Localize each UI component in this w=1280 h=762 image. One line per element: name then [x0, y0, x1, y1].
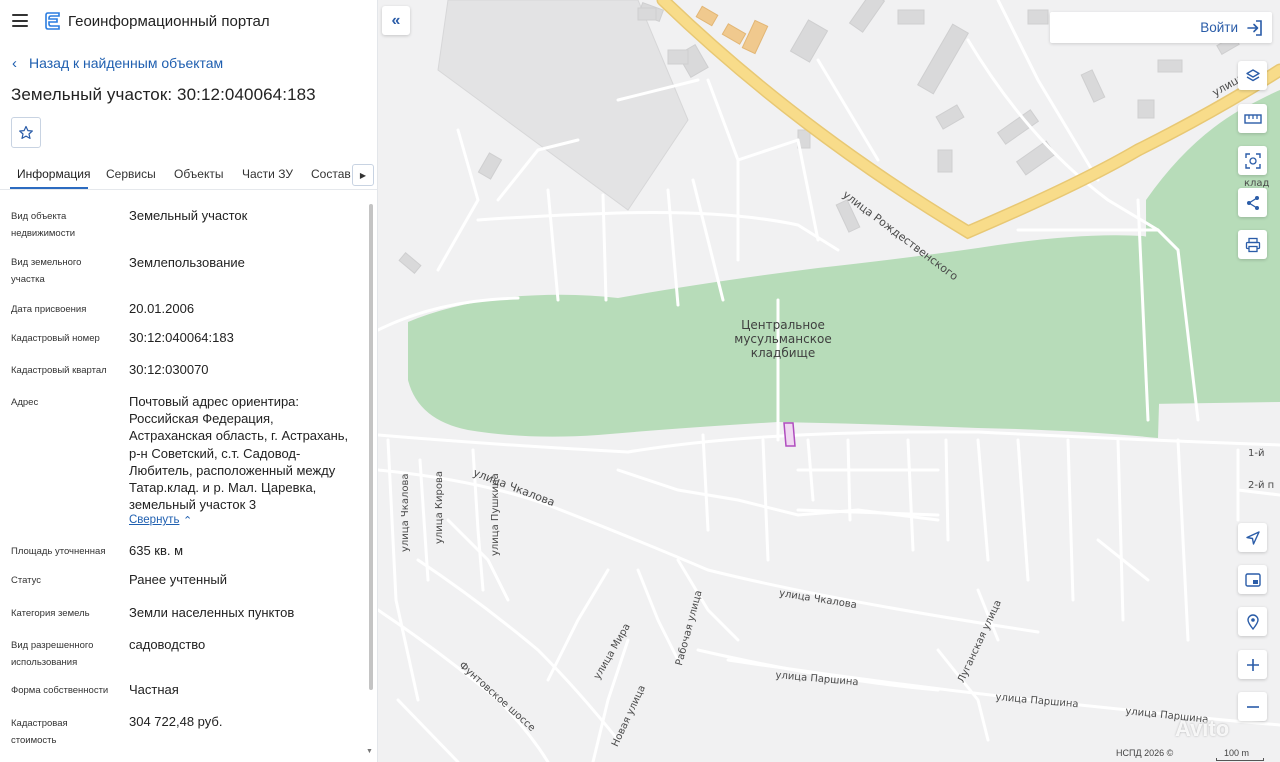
property-value: Земельный участок: [129, 208, 248, 223]
tab-bar: Информация Сервисы Объекты Части ЗУ Сост…: [0, 160, 377, 190]
zoom-in-button[interactable]: [1238, 650, 1267, 679]
property-label: Кадастровый номер: [11, 333, 100, 344]
property-label: Дата присвоения: [11, 304, 87, 315]
map-view[interactable]: Центральное мусульманское кладбище улица…: [378, 0, 1280, 762]
property-value: садоводство: [129, 637, 206, 652]
tab-services[interactable]: Сервисы: [106, 167, 156, 181]
area-select-icon: [1244, 152, 1261, 169]
property-value: Земли населенных пунктов: [129, 605, 295, 620]
tab-objects[interactable]: Объекты: [174, 167, 224, 181]
collapse-panel-button[interactable]: «: [382, 6, 410, 35]
share-icon: [1246, 195, 1259, 210]
watermark: Avito: [1175, 716, 1230, 741]
minus-icon: [1246, 705, 1259, 708]
tabs-scroll-right-button[interactable]: ▶: [352, 164, 374, 186]
location-pin-icon: [1246, 613, 1259, 630]
property-value: 30:12:030070: [129, 362, 209, 377]
back-link-label: Назад к найденным объектам: [29, 55, 224, 71]
street-label: улица Кирова: [434, 470, 445, 544]
property-label: Вид земельного участка: [11, 257, 82, 285]
chevron-left-icon: ‹: [12, 54, 17, 72]
property-value: 30:12:040064:183: [129, 330, 234, 345]
plus-icon: [1246, 658, 1259, 671]
area-select-button[interactable]: [1238, 146, 1267, 175]
street-label: 1-й: [1248, 448, 1265, 459]
property-label: Вид разрешенного использования: [11, 640, 94, 668]
property-label: Категория земель: [11, 608, 90, 619]
measure-button[interactable]: [1238, 104, 1267, 133]
street-label: улица Пушкина: [490, 473, 501, 556]
zoom-out-button[interactable]: [1238, 692, 1267, 721]
street-label: 2-й п: [1248, 480, 1275, 491]
property-value: 304 722,48 руб.: [129, 714, 223, 729]
ruler-icon: [1243, 113, 1262, 124]
active-tab-indicator: [10, 187, 88, 189]
cemetery-label: Центральное мусульманское кладбище: [734, 318, 832, 360]
street-label: улица Чкалова: [400, 473, 411, 552]
property-value: 20.01.2006: [129, 301, 195, 316]
share-button[interactable]: [1238, 188, 1267, 217]
property-label: Адрес: [11, 397, 39, 408]
property-label: Кадастровая стоимость: [11, 718, 68, 746]
tab-composition[interactable]: Состав: [311, 167, 351, 181]
property-label: Кадастровый квартал: [11, 365, 107, 376]
property-value: 635 кв. м: [129, 543, 184, 558]
map-canvas: [378, 0, 1280, 762]
basemap-button[interactable]: [1238, 565, 1267, 594]
favorite-button[interactable]: [11, 117, 41, 148]
layers-button[interactable]: [1238, 61, 1267, 90]
property-value: Почтовый адрес ориентира: Российская Фед…: [129, 394, 349, 513]
chevron-up-icon[interactable]: ⌃: [183, 514, 192, 527]
property-label: Статус: [11, 575, 42, 586]
property-label: Вид объекта недвижимости: [11, 211, 76, 239]
star-icon: [19, 125, 33, 139]
scroll-down-arrow-icon[interactable]: ▼: [366, 748, 373, 755]
property-list: Вид объекта недвижимости Земельный участ…: [0, 190, 377, 762]
login-label: Войти: [1200, 20, 1238, 35]
scrollbar-thumb[interactable]: [369, 204, 373, 690]
print-button[interactable]: [1238, 230, 1267, 259]
tab-parts[interactable]: Части ЗУ: [242, 167, 293, 181]
back-to-results-link[interactable]: ‹ Назад к найденным объектам: [12, 55, 223, 71]
page-title: Земельный участок: 30:12:040064:183: [11, 85, 316, 104]
scale-label: 100 m: [1224, 748, 1250, 758]
caret-right-icon: ▶: [359, 170, 367, 180]
property-label: Форма собственности: [11, 685, 109, 696]
property-value: Ранее учтенный: [129, 572, 227, 587]
login-icon: [1247, 19, 1262, 36]
app-bar: Геоинформационный портал: [0, 0, 377, 44]
layers-icon: [1245, 68, 1260, 81]
scale-bar: [1216, 758, 1264, 761]
geolocation-button[interactable]: [1238, 607, 1267, 636]
collapse-address-link[interactable]: Свернуть: [129, 514, 179, 526]
locate-me-button[interactable]: [1238, 523, 1267, 552]
property-value: Частная: [129, 682, 179, 697]
property-label: Площадь уточненная: [11, 546, 106, 557]
target-parcel[interactable]: [783, 422, 796, 447]
property-value: Землепользование: [129, 255, 245, 270]
basemap-icon: [1244, 572, 1261, 587]
menu-icon[interactable]: [12, 14, 28, 27]
navigation-arrow-icon: [1245, 530, 1260, 545]
map-attribution: НСПД 2026 ©: [1116, 748, 1174, 758]
tab-information[interactable]: Информация: [17, 167, 90, 181]
info-panel: Геоинформационный портал ‹ Назад к найде…: [0, 0, 378, 762]
login-button[interactable]: Войти: [1050, 12, 1272, 43]
double-chevron-left-icon: «: [391, 11, 401, 29]
app-title: Геоинформационный портал: [68, 13, 270, 30]
portal-logo-icon: [45, 12, 60, 30]
printer-icon: [1245, 237, 1260, 252]
